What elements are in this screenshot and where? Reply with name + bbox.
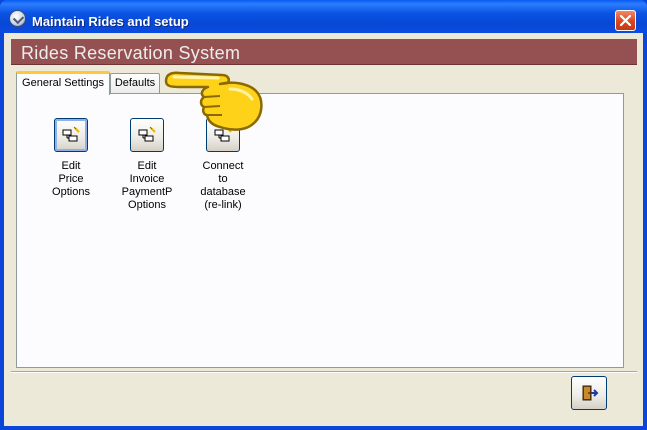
general-settings-panel: Edit Price Options Edit Invoice PaymentP… xyxy=(16,93,624,368)
edit-price-options-button[interactable] xyxy=(54,118,88,152)
window-title: Maintain Rides and setup xyxy=(32,14,189,29)
system-title: Rides Reservation System xyxy=(21,43,241,63)
system-header-band: Rides Reservation System xyxy=(11,39,637,65)
footer-panel xyxy=(11,371,637,420)
edit-invoice-payment-options-label: Edit Invoice PaymentP Options xyxy=(121,160,173,211)
tab-general-settings[interactable]: General Settings xyxy=(16,71,110,95)
app-window: Maintain Rides and setup Rides Reservati… xyxy=(0,0,647,430)
title-bar[interactable]: Maintain Rides and setup xyxy=(0,0,647,33)
pointing-hand-icon xyxy=(164,71,263,131)
edit-form-icon xyxy=(62,126,80,142)
window-client-area: Rides Reservation System General Setting… xyxy=(4,33,643,426)
edit-form-icon xyxy=(138,126,156,142)
edit-invoice-payment-options-button[interactable] xyxy=(130,118,164,152)
exit-door-icon xyxy=(582,385,599,401)
edit-price-options-label: Edit Price Options xyxy=(52,160,90,198)
exit-button[interactable] xyxy=(571,376,607,410)
app-icon[interactable] xyxy=(9,10,26,27)
tab-defaults[interactable]: Defaults xyxy=(110,73,160,93)
close-button[interactable] xyxy=(615,10,636,31)
close-icon xyxy=(620,15,631,26)
connect-to-database-label: Connect to database (re-link) xyxy=(200,160,246,211)
tab-strip: General Settings Defaults xyxy=(11,71,637,95)
